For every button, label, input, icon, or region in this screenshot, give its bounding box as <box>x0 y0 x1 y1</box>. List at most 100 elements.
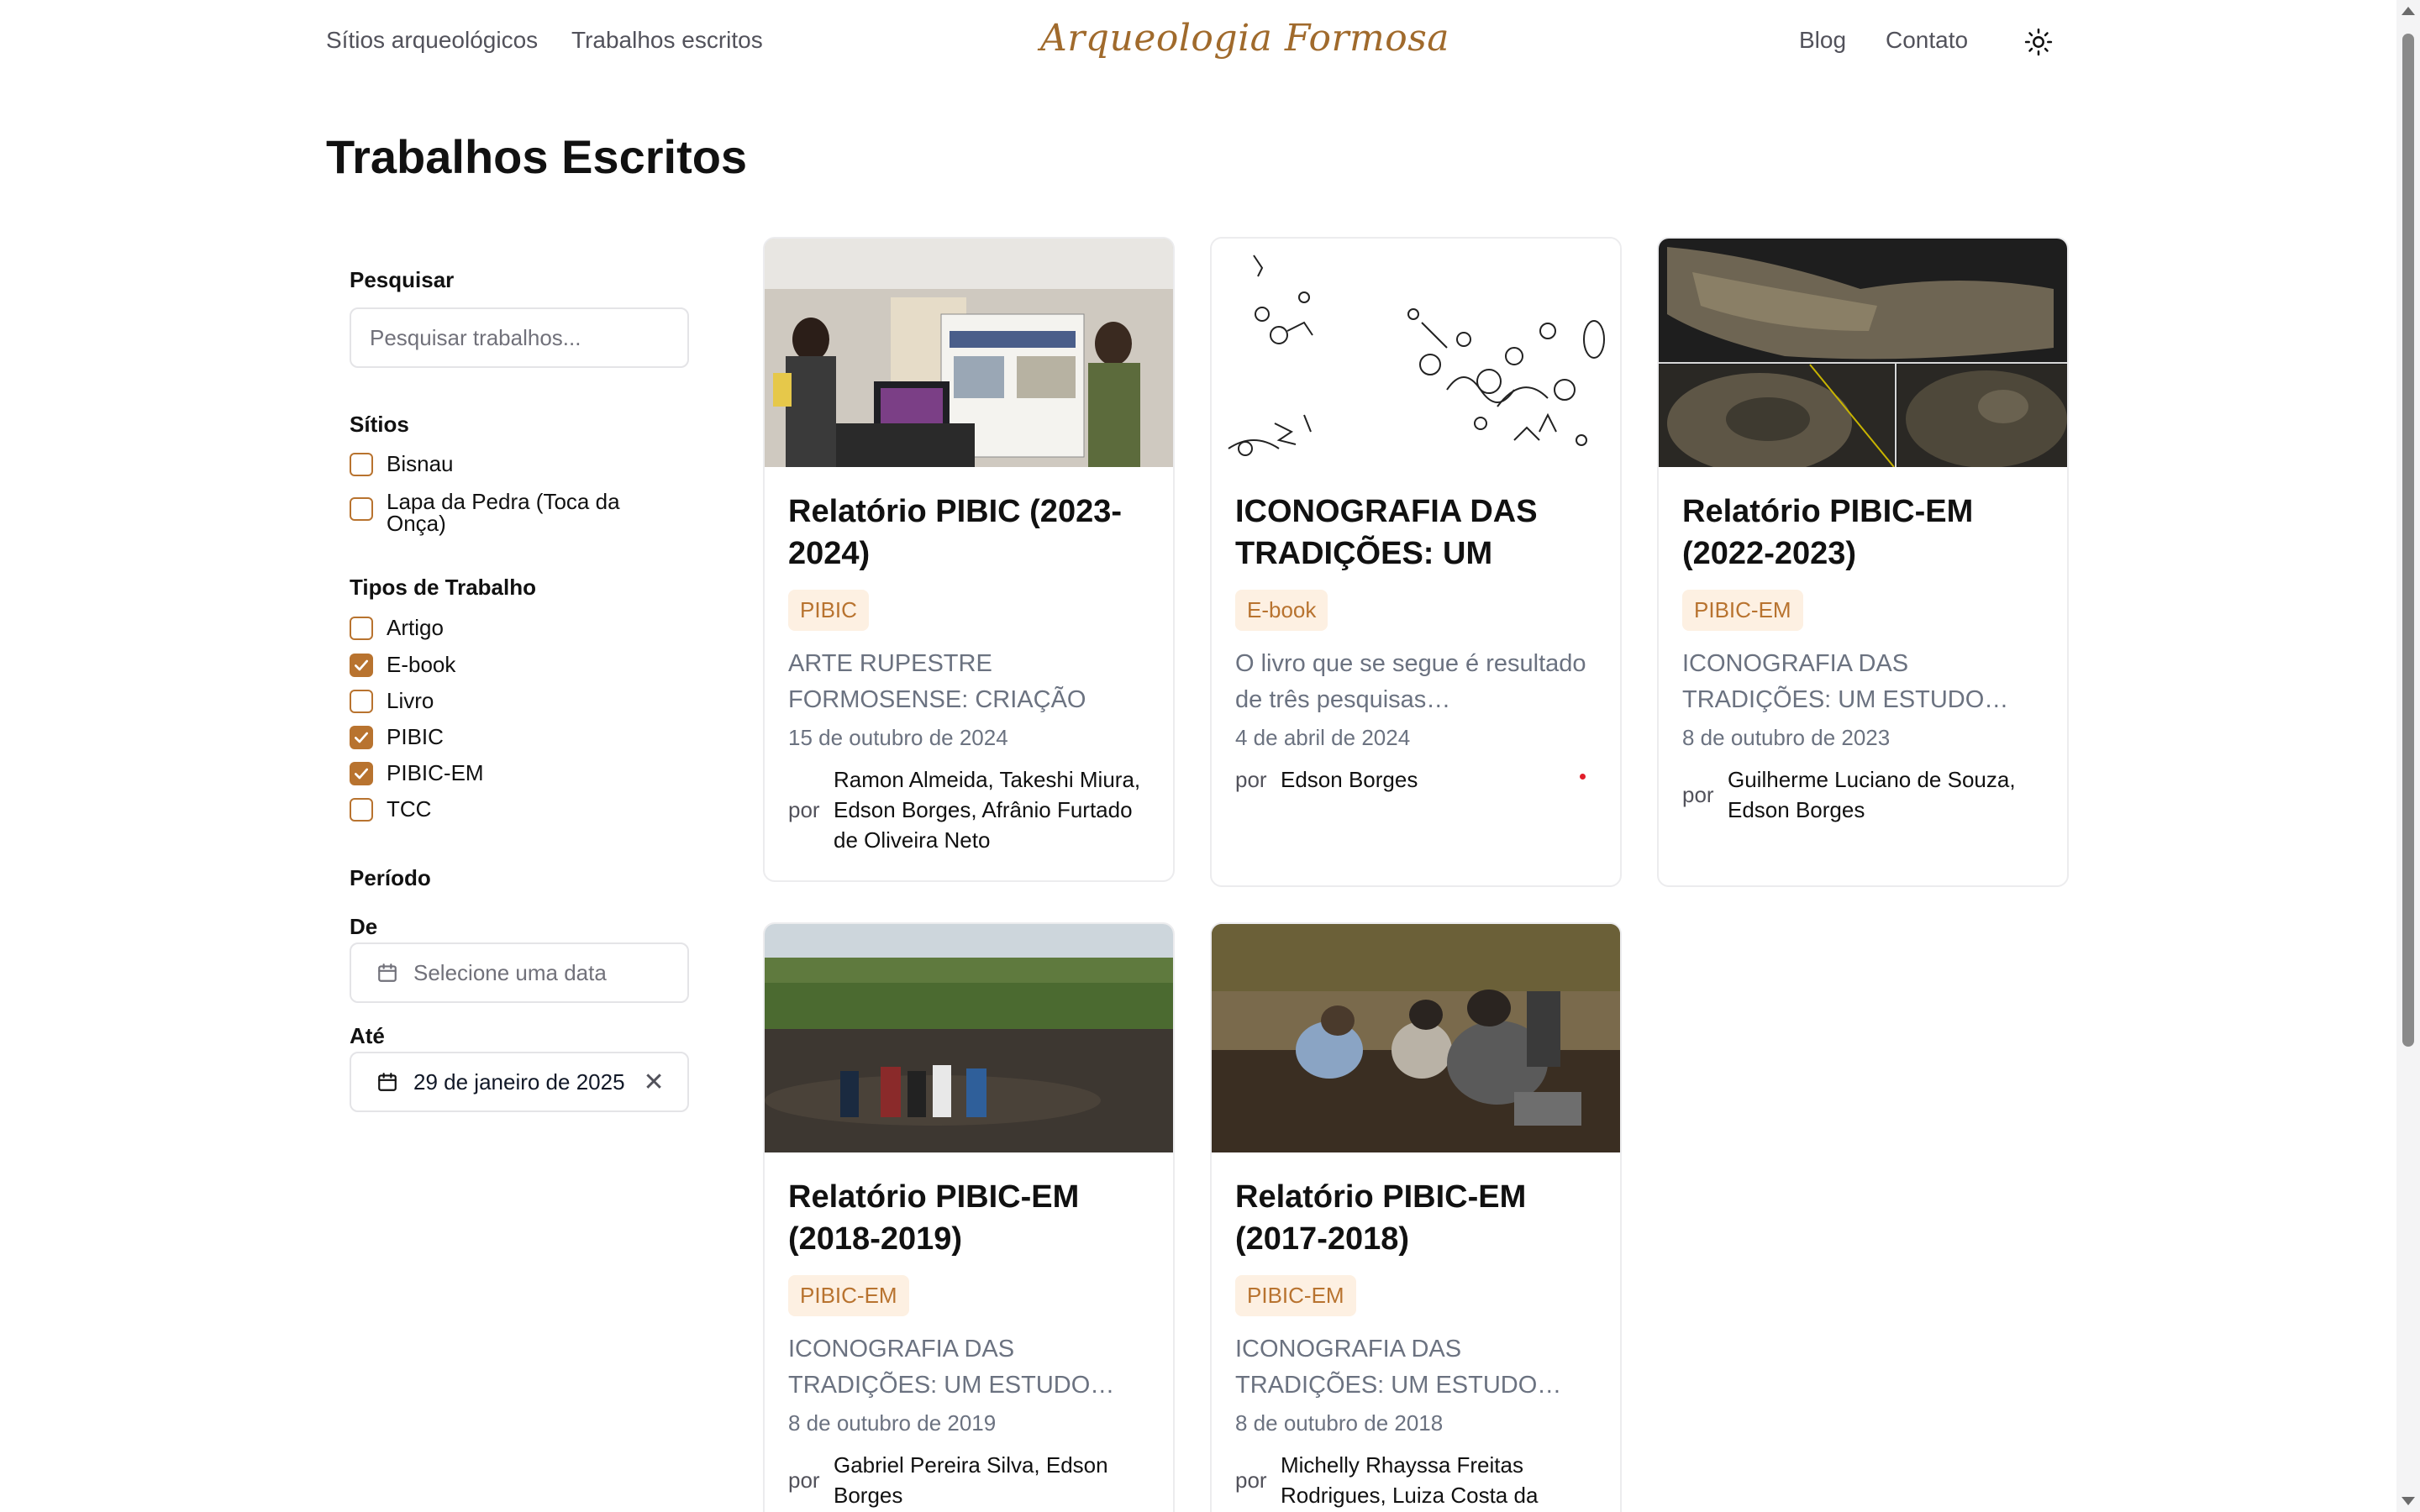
date-from-picker[interactable]: Selecione uma data <box>350 942 689 1003</box>
work-types-label: Tipos de Trabalho <box>350 575 537 600</box>
calendar-icon <box>378 1073 397 1091</box>
checkbox-label: E-book <box>387 652 456 677</box>
card-byline: por Gabriel Pereira Silva, Edson Borges <box>788 1450 1150 1510</box>
date-from-label: De <box>350 914 378 939</box>
checkbox-label: PIBIC-EM <box>387 760 484 785</box>
date-to-label: Até <box>350 1023 385 1048</box>
checkbox[interactable] <box>350 798 373 822</box>
filter-site-lapa-da-pedra[interactable]: Lapa da Pedra (Toca da Onça) <box>350 491 639 534</box>
card-byline: por Guilherme Luciano de Souza, Edson Bo… <box>1682 764 2044 825</box>
filter-site-bisnau[interactable]: Bisnau <box>350 453 454 476</box>
checkbox[interactable] <box>350 617 373 640</box>
cursor-indicator-dot <box>1580 774 1586 780</box>
card-type-badge: PIBIC-EM <box>1682 590 1803 631</box>
card-authors: Gabriel Pereira Silva, Edson Borges <box>834 1452 1108 1508</box>
top-navigation: Sítios arqueológicos Trabalhos escritos … <box>0 0 2420 84</box>
checkbox[interactable] <box>350 762 373 785</box>
site-logo[interactable]: Arqueologia Formosa <box>1040 17 1449 60</box>
card-excerpt: ICONOGRAFIA DAS TRADIÇÕES: UM ESTUDO… <box>1235 1336 1562 1399</box>
card-title: ICONOGRAFIA DAS TRADIÇÕES: UM OLH… <box>1235 494 1538 571</box>
period-label: Período <box>350 865 431 890</box>
filter-type-ebook[interactable]: E-book <box>350 654 455 677</box>
page-scrollbar[interactable] <box>2396 0 2420 1512</box>
card-type-badge: E-book <box>1235 590 1328 631</box>
filter-type-artigo[interactable]: Artigo <box>350 617 444 640</box>
card-excerpt: O livro que se segue é resultado de três… <box>1235 650 1586 713</box>
checkbox[interactable] <box>350 453 373 476</box>
card-title: Relatório PIBIC-EM (2018-2019) <box>788 1179 1080 1257</box>
card-title: Relatório PIBIC-EM (2022-2023) <box>1682 494 1974 571</box>
checkbox[interactable] <box>350 726 373 749</box>
filter-type-tcc[interactable]: TCC <box>350 798 431 822</box>
work-card[interactable]: ICONOGRAFIA DAS TRADIÇÕES: UM OLH… E-boo… <box>1210 237 1622 887</box>
checkbox-label: Bisnau <box>387 451 454 476</box>
card-byline: por Edson Borges <box>1235 764 1597 795</box>
card-date: 15 de outubro de 2024 <box>788 725 1008 750</box>
card-image-poster-presentation <box>765 239 1173 467</box>
search-input[interactable] <box>350 307 689 368</box>
card-authors: Guilherme Luciano de Souza, Edson Borges <box>1728 767 2016 822</box>
card-authors: Edson Borges <box>1281 767 1418 792</box>
card-excerpt: ARTE RUPESTRE FORMOSENSE: CRIAÇÃO DE… <box>788 650 1086 713</box>
card-type-badge: PIBIC <box>788 590 869 631</box>
search-label: Pesquisar <box>350 267 455 292</box>
card-type-badge: PIBIC-EM <box>1235 1275 1356 1316</box>
nav-link-blog[interactable]: Blog <box>1799 27 1846 54</box>
card-authors: Ramon Almeida, Takeshi Miura, Edson Borg… <box>834 767 1141 853</box>
clear-date-icon[interactable]: ✕ <box>644 1068 665 1097</box>
date-from-placeholder: Selecione uma data <box>413 959 607 985</box>
card-image-field-team <box>765 924 1173 1152</box>
checkbox-label: TCC <box>387 796 432 822</box>
card-date: 8 de outubro de 2019 <box>788 1410 997 1436</box>
card-excerpt: ICONOGRAFIA DAS TRADIÇÕES: UM ESTUDO… <box>1682 650 2009 713</box>
nav-link-contact[interactable]: Contato <box>1886 27 1968 54</box>
sites-label: Sítios <box>350 412 409 437</box>
date-to-value: 29 de janeiro de 2025 <box>413 1068 625 1095</box>
card-date: 8 de outubro de 2018 <box>1235 1410 1444 1436</box>
card-date: 4 de abril de 2024 <box>1235 725 1411 750</box>
work-card[interactable]: Relatório PIBIC (2023-2024) PIBIC ARTE R… <box>763 237 1175 882</box>
filter-type-livro[interactable]: Livro <box>350 690 434 713</box>
card-date: 8 de outubro de 2023 <box>1682 725 1891 750</box>
card-byline: por Michelly Rhayssa Freitas Rodrigues, … <box>1235 1450 1597 1510</box>
nav-link-written-works[interactable]: Trabalhos escritos <box>571 27 763 54</box>
check-icon <box>355 732 368 743</box>
theme-toggle-button[interactable] <box>2020 24 2057 60</box>
card-authors: Michelly Rhayssa Freitas Rodrigues, Luiz… <box>1281 1452 1539 1508</box>
by-label: por <box>1682 781 1714 807</box>
checkbox[interactable] <box>350 497 373 521</box>
by-label: por <box>788 1467 820 1493</box>
work-card[interactable]: Relatório PIBIC-EM (2017-2018) PIBIC-EM … <box>1210 922 1622 1512</box>
date-to-picker[interactable]: 29 de janeiro de 2025 ✕ <box>350 1052 689 1112</box>
card-excerpt: ICONOGRAFIA DAS TRADIÇÕES: UM ESTUDO… <box>788 1336 1115 1399</box>
work-card[interactable]: Relatório PIBIC-EM (2022-2023) PIBIC-EM … <box>1657 237 2069 887</box>
checkbox[interactable] <box>350 654 373 677</box>
sun-icon <box>2024 28 2053 56</box>
card-title: Relatório PIBIC (2023-2024) <box>788 494 1122 571</box>
by-label: por <box>1235 766 1267 792</box>
scroll-thumb[interactable] <box>2402 34 2414 1047</box>
filter-type-pibic-em[interactable]: PIBIC-EM <box>350 762 484 785</box>
check-icon <box>355 659 368 671</box>
card-image-rock-art-drawing <box>1212 239 1620 467</box>
page-title: Trabalhos Escritos <box>326 130 748 183</box>
check-icon <box>355 768 368 780</box>
calendar-icon <box>378 963 397 982</box>
filter-type-pibic[interactable]: PIBIC <box>350 726 444 749</box>
card-byline: por Ramon Almeida, Takeshi Miura, Edson … <box>788 764 1150 855</box>
card-image-3d-rock-scan <box>1659 239 2067 467</box>
card-image-field-excavation <box>1212 924 1620 1152</box>
card-type-badge: PIBIC-EM <box>788 1275 909 1316</box>
nav-link-sites[interactable]: Sítios arqueológicos <box>326 27 538 54</box>
checkbox-label: Lapa da Pedra (Toca da Onça) <box>387 489 620 536</box>
scroll-down-arrow-icon[interactable] <box>2402 1497 2415 1505</box>
checkbox-label: Artigo <box>387 615 444 640</box>
work-card[interactable]: Relatório PIBIC-EM (2018-2019) PIBIC-EM … <box>763 922 1175 1512</box>
checkbox-label: Livro <box>387 688 434 713</box>
card-title: Relatório PIBIC-EM (2017-2018) <box>1235 1179 1527 1257</box>
by-label: por <box>1235 1467 1267 1493</box>
checkbox[interactable] <box>350 690 373 713</box>
checkbox-label: PIBIC <box>387 724 444 749</box>
by-label: por <box>788 796 820 822</box>
scroll-up-arrow-icon[interactable] <box>2402 7 2415 15</box>
